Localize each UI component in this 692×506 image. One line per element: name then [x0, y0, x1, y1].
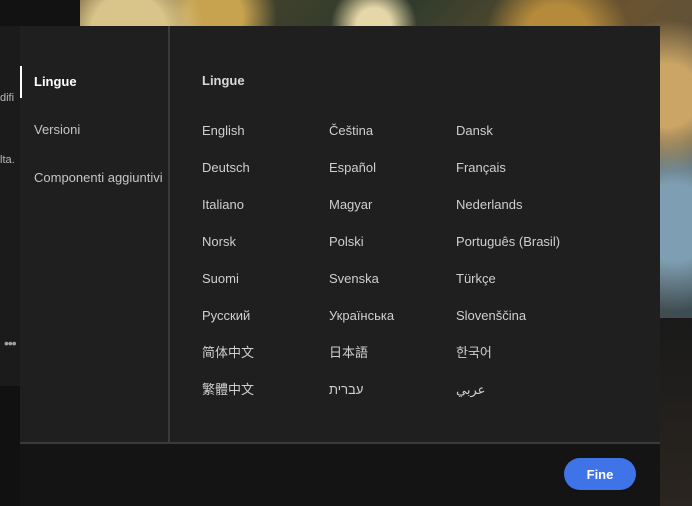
language-option[interactable]: Čeština	[329, 120, 456, 142]
background-bottom-right	[660, 318, 692, 506]
language-option[interactable]: Français	[456, 157, 642, 179]
language-option[interactable]: Deutsch	[202, 157, 329, 179]
dialog-content: Lingue English Čeština Dansk Deutsch Español…	[170, 26, 660, 442]
sidebar-item-versioni[interactable]: Versioni	[20, 114, 168, 146]
language-option[interactable]: عربي	[456, 379, 642, 401]
background-left-panel	[0, 26, 20, 386]
language-option[interactable]: Nederlands	[456, 194, 642, 216]
preferences-dialog: Lingue Versioni Componenti aggiuntivi Li…	[20, 26, 660, 506]
language-option[interactable]: Italiano	[202, 194, 329, 216]
language-option[interactable]: Magyar	[329, 194, 456, 216]
dialog-sidebar: Lingue Versioni Componenti aggiuntivi	[20, 26, 170, 442]
language-grid: English Čeština Dansk Deutsch Español Françai…	[202, 120, 642, 416]
language-option[interactable]: 繁體中文	[202, 379, 329, 401]
sidebar-item-componenti-aggiuntivi[interactable]: Componenti aggiuntivi	[20, 162, 168, 194]
section-title: Lingue	[202, 73, 245, 88]
language-option[interactable]: Türkçe	[456, 268, 642, 290]
language-option[interactable]: 한국어	[456, 342, 642, 364]
language-option[interactable]: 简体中文	[202, 342, 329, 364]
done-button[interactable]: Fine	[564, 458, 636, 490]
language-option[interactable]: Norsk	[202, 231, 329, 253]
language-option[interactable]: Svenska	[329, 268, 456, 290]
more-options-icon: •••	[4, 335, 17, 351]
language-option[interactable]: English	[202, 120, 329, 142]
sidebar-item-lingue[interactable]: Lingue	[20, 66, 168, 98]
background-topbar	[0, 0, 80, 26]
dialog-footer: Fine	[20, 444, 660, 506]
language-option[interactable]: Slovenščina	[456, 305, 642, 327]
language-option[interactable]: Dansk	[456, 120, 642, 142]
language-option[interactable]: עברית	[329, 379, 456, 401]
language-option[interactable]: Suomi	[202, 268, 329, 290]
background-text-snippet: lta.	[0, 154, 15, 166]
language-option[interactable]: Русский	[202, 305, 329, 327]
language-option[interactable]: Polski	[329, 231, 456, 253]
language-option[interactable]: Português (Brasil)	[456, 231, 642, 253]
language-option[interactable]: Українська	[329, 305, 456, 327]
language-option[interactable]: Español	[329, 157, 456, 179]
background-text-snippet: difi	[0, 92, 15, 104]
language-option[interactable]: 日本語	[329, 342, 456, 364]
